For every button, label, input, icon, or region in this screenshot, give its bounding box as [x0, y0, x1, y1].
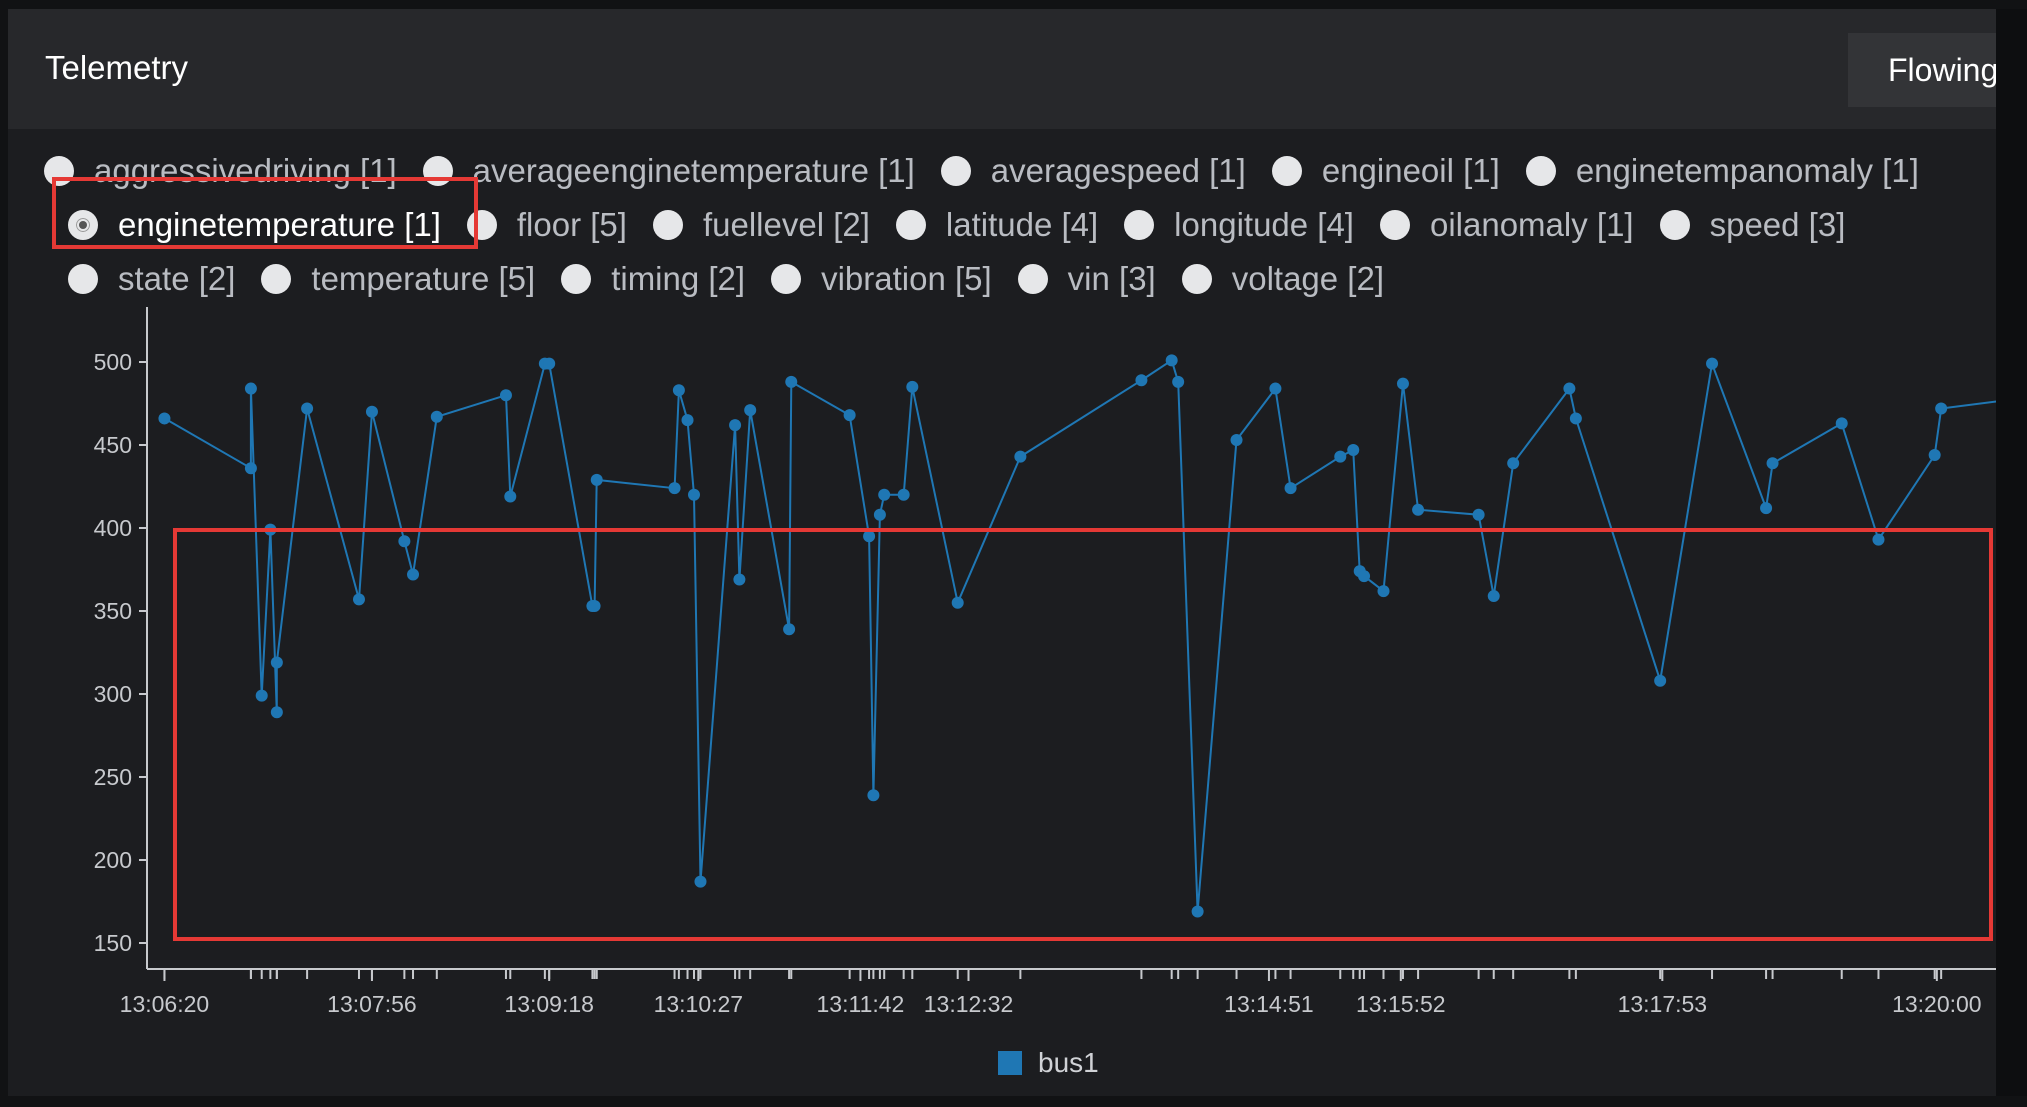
data-point [1172, 375, 1185, 388]
legend-label: bus1 [1038, 1047, 1099, 1078]
data-point [1487, 590, 1500, 603]
data-point [1284, 482, 1297, 495]
data-point [158, 412, 171, 425]
y-tick-label: 250 [94, 764, 132, 790]
x-tick-label: 13:12:32 [924, 991, 1014, 1017]
x-tick-label: 13:07:56 [327, 991, 417, 1017]
y-axis: 150 200 250 300 350 400 450 500 [94, 307, 148, 969]
y-tick-label: 300 [94, 681, 132, 707]
y-tick-label: 450 [94, 432, 132, 458]
data-point [398, 535, 411, 548]
x-tick-label: 13:17:53 [1618, 991, 1708, 1017]
chart-legend[interactable]: bus1 [998, 1047, 1099, 1079]
data-point [1347, 443, 1360, 456]
y-tick-label: 150 [94, 930, 132, 956]
data-point [1334, 450, 1347, 463]
data-point [897, 488, 910, 501]
series-bus1 [158, 354, 2004, 918]
data-point [1563, 382, 1576, 395]
x-axis: 13:06:20 13:07:56 13:09:18 13:10:27 13:11:42… [120, 968, 2004, 1017]
scrollbar[interactable] [1996, 9, 2027, 1096]
line-chart: 150 200 250 300 350 400 450 500 13:06:20 13:07:5… [94, 307, 2004, 1017]
data-point [1569, 412, 1582, 425]
data-point [867, 789, 880, 802]
data-point [499, 389, 512, 402]
data-point [1191, 905, 1204, 918]
data-point [1358, 570, 1371, 583]
data-point [783, 623, 796, 636]
data-point [543, 357, 556, 370]
data-point [1377, 585, 1390, 598]
y-tick-label: 200 [94, 847, 132, 873]
x-tick-label: 13:11:42 [817, 991, 905, 1017]
legend-swatch [998, 1051, 1022, 1075]
x-tick-label: 13:10:27 [654, 991, 744, 1017]
data-point [906, 380, 919, 393]
x-tick-label: 13:06:20 [120, 991, 210, 1017]
x-tick-label: 13:20:00 [1892, 991, 1982, 1017]
series-line-bus1 [164, 358, 2004, 912]
y-tick-label: 400 [94, 515, 132, 541]
data-point [1928, 448, 1941, 461]
data-point [590, 473, 603, 486]
data-point [688, 488, 701, 501]
data-point [1269, 382, 1282, 395]
data-point [407, 568, 420, 581]
data-point [1507, 457, 1520, 470]
y-tick-label: 500 [94, 349, 132, 375]
data-point [1412, 503, 1425, 516]
data-point [301, 402, 314, 415]
data-point [255, 689, 268, 702]
x-tick-label: 13:15:52 [1356, 991, 1446, 1017]
data-point [951, 596, 964, 609]
data-point [1766, 457, 1779, 470]
data-point [733, 573, 746, 586]
data-point [672, 384, 685, 397]
data-point [1835, 417, 1848, 430]
data-point [1472, 508, 1485, 521]
highlight-box [173, 528, 1993, 941]
data-point [1014, 450, 1027, 463]
x-tick-label: 13:09:18 [504, 991, 594, 1017]
data-point [244, 462, 257, 475]
data-point [1706, 357, 1719, 370]
data-point [1135, 374, 1148, 387]
data-point [365, 405, 378, 418]
data-point [504, 490, 517, 503]
data-point [729, 419, 742, 432]
data-point [352, 593, 365, 606]
y-tick-label: 350 [94, 598, 132, 624]
data-point [785, 375, 798, 388]
data-point [1230, 434, 1243, 447]
data-point [270, 656, 283, 669]
data-point [1760, 502, 1773, 515]
data-point [1935, 402, 1948, 415]
data-point [681, 414, 694, 427]
data-point [694, 875, 707, 888]
data-point [843, 409, 856, 422]
data-point [1396, 377, 1409, 390]
data-point [873, 508, 886, 521]
data-point [863, 530, 876, 543]
data-point [588, 600, 601, 613]
data-point [878, 488, 891, 501]
data-point [1872, 533, 1885, 546]
telemetry-panel: Telemetry Flowing aggressivedriving [1] a… [8, 9, 2004, 1096]
x-tick-label: 13:14:51 [1224, 991, 1314, 1017]
data-point [1165, 354, 1178, 367]
data-point [244, 382, 257, 395]
data-point [270, 706, 283, 719]
data-point [744, 404, 757, 417]
data-point [430, 410, 443, 423]
data-point [1654, 674, 1667, 687]
data-point [668, 482, 681, 495]
